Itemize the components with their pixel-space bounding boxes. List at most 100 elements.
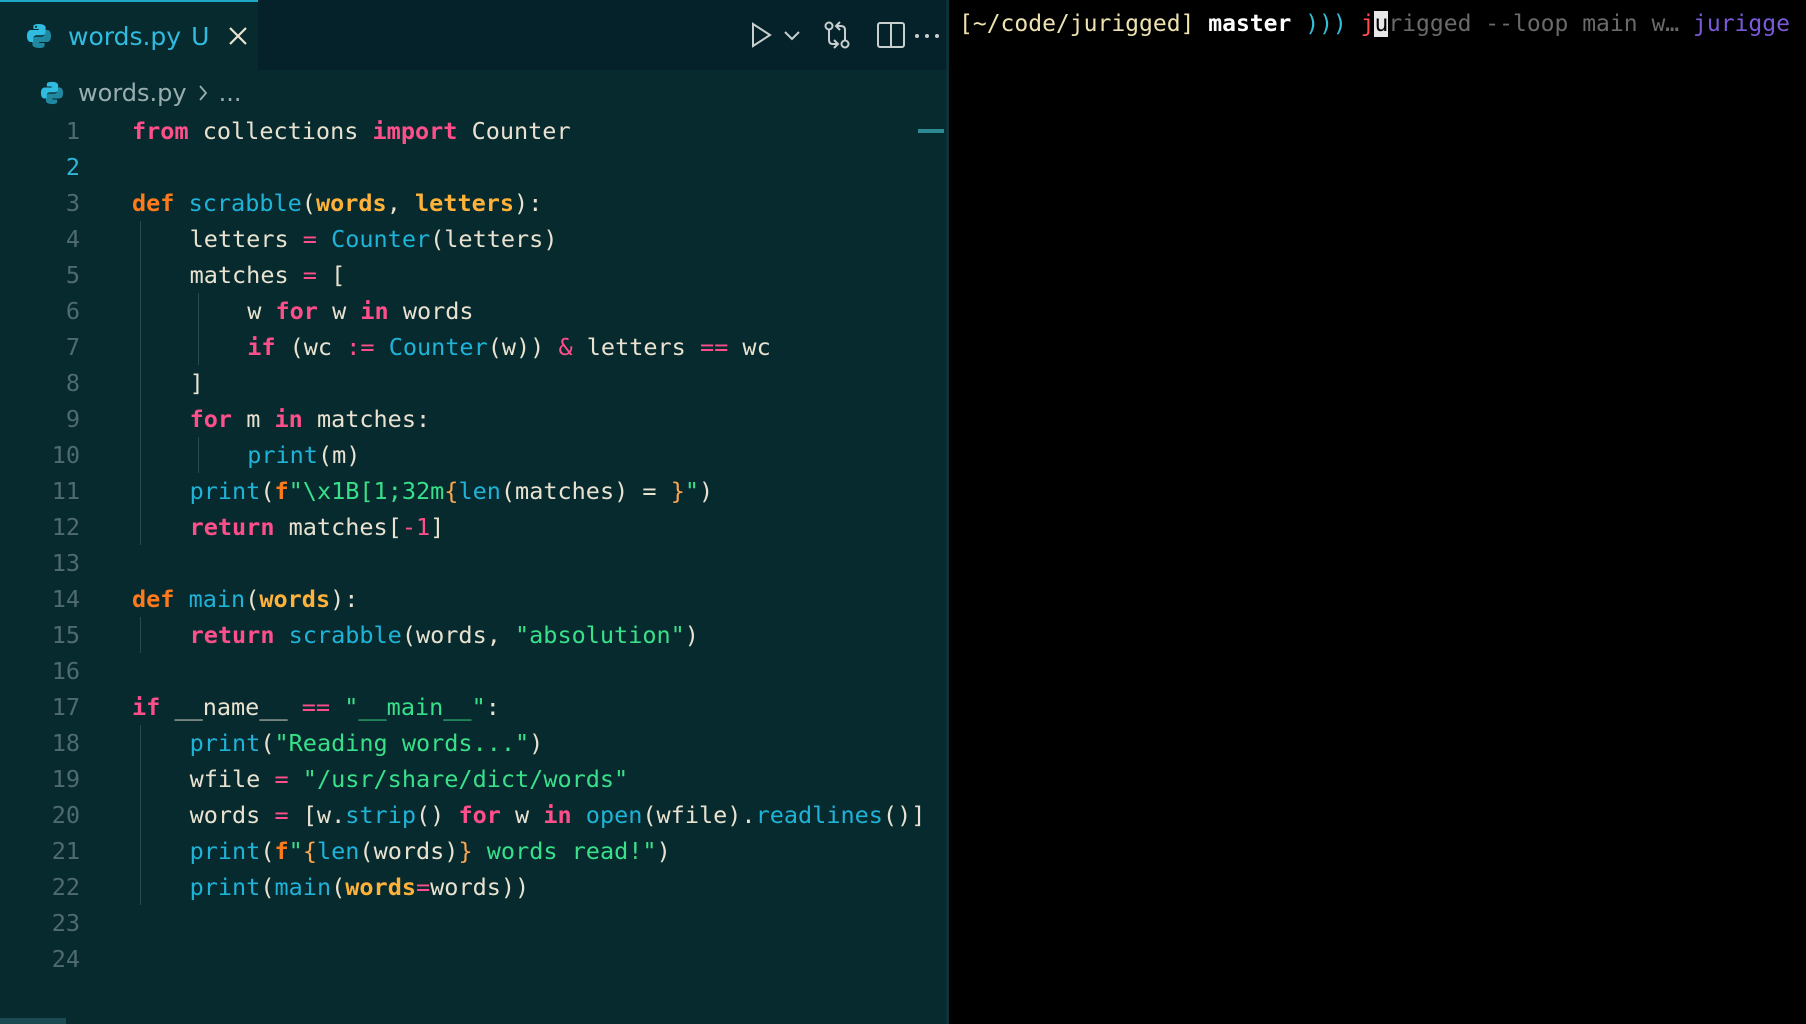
code-token: ( <box>245 585 260 613</box>
code-line[interactable]: 2 <box>0 149 946 185</box>
code-line[interactable]: 5 matches = [ <box>0 257 946 293</box>
horizontal-scrollbar[interactable] <box>0 1018 66 1024</box>
code-token: (matches) = <box>500 477 671 505</box>
editor-pane[interactable]: words.py U words.py ... 1 from collectio… <box>0 0 946 1024</box>
code-token: ) <box>684 621 699 649</box>
code-line[interactable]: 6 w for w in words <box>0 293 946 329</box>
code-token: Counter <box>457 117 571 145</box>
code-text: wfile = "/usr/share/dict/words" <box>190 761 629 797</box>
python-file-icon <box>27 24 51 48</box>
code-text: words = [w.strip() for w in open(wfile).… <box>190 797 926 833</box>
code-token: ) <box>699 477 714 505</box>
code-token: from <box>132 117 189 145</box>
indent-guide <box>140 293 141 329</box>
code-line[interactable]: 13 <box>0 545 946 581</box>
code-token: (wfile). <box>642 801 756 829</box>
tab-words-py[interactable]: words.py U <box>0 0 258 70</box>
code-token: , <box>386 189 415 217</box>
code-token: := <box>346 333 375 361</box>
code-line[interactable]: 4 letters = Counter(letters) <box>0 221 946 257</box>
breadcrumb-file[interactable]: words.py <box>78 79 187 107</box>
code-token: scrabble <box>188 189 302 217</box>
code-line[interactable]: 21 print(f"{len(words)} words read!") <box>0 833 946 869</box>
chevron-down-icon[interactable] <box>780 18 804 52</box>
code-line[interactable]: 23 <box>0 905 946 941</box>
terminal-path: [~/code/jurigged] <box>959 11 1195 37</box>
indent-guide <box>140 725 141 761</box>
code-token: words <box>315 189 387 217</box>
code-line[interactable]: 16 <box>0 653 946 689</box>
line-number: 3 <box>65 189 80 217</box>
code-token: print <box>189 837 261 865</box>
code-line[interactable]: 8] <box>0 365 946 401</box>
code-token: if <box>247 333 276 361</box>
code-token: ) <box>656 837 671 865</box>
code-token: (w)) <box>487 333 559 361</box>
terminal-prompt-symbol: ))) <box>1305 11 1347 37</box>
code-token: in <box>360 297 389 325</box>
code-token: f <box>274 477 289 505</box>
code-text: return scrabble(words, "absolution") <box>190 617 699 653</box>
code-line[interactable]: 22 print(main(words=words)) <box>0 869 946 905</box>
terminal-pane[interactable]: [~/code/jurigged] master ))) jurigged --… <box>949 0 1806 1024</box>
tab-status-badge: U <box>191 21 210 51</box>
code-token: words <box>388 297 474 325</box>
code-line[interactable]: 1 from collections import Counter <box>0 113 946 149</box>
terminal-prompt-line: [~/code/jurigged] master ))) jurigged --… <box>959 6 1790 42</box>
git-compare-icon[interactable] <box>820 18 854 52</box>
code-token: [w. <box>288 801 346 829</box>
code-token: __name__ <box>160 693 302 721</box>
code-line[interactable]: 17 if __name__ == "__main__": <box>0 689 946 725</box>
close-icon[interactable] <box>227 25 249 47</box>
code-token: & <box>558 333 573 361</box>
line-number: 4 <box>65 225 80 253</box>
code-area[interactable]: 1 from collections import Counter 2 3 def sc… <box>0 113 946 977</box>
indent-guide <box>140 365 141 401</box>
code-token: wfile <box>189 765 275 793</box>
indent-guide <box>140 509 141 545</box>
indent-guide <box>140 833 141 869</box>
indent-guide <box>197 437 199 473</box>
code-line[interactable]: 15 return scrabble(words, "absolution") <box>0 617 946 653</box>
split-editor-icon[interactable] <box>874 18 908 52</box>
code-line[interactable]: 19 wfile = "/usr/share/dict/words" <box>0 761 946 797</box>
code-line[interactable]: 12 return matches[-1] <box>0 509 946 545</box>
code-token: "\x1B[1;32m <box>288 477 445 505</box>
ellipsis-icon[interactable] <box>910 18 944 52</box>
code-line[interactable]: 24 <box>0 941 946 977</box>
code-token: letters <box>189 225 303 253</box>
indent-guide <box>197 293 199 329</box>
code-token: letters <box>572 333 700 361</box>
code-line[interactable]: 9 for m in matches: <box>0 401 946 437</box>
code-token: "__main__" <box>344 693 486 721</box>
code-line[interactable]: 10 print(m) <box>0 437 946 473</box>
code-text: for m in matches: <box>190 401 431 437</box>
code-token: wc <box>728 333 771 361</box>
indent-guide <box>140 473 141 509</box>
code-token: () <box>415 801 459 829</box>
code-line[interactable]: 20 words = [w.strip() for w in open(wfile… <box>0 797 946 833</box>
code-token: } <box>670 477 685 505</box>
line-number: 19 <box>51 765 80 793</box>
code-token: == <box>699 333 729 361</box>
code-line[interactable]: 14 def main(words): <box>0 581 946 617</box>
code-token: ): <box>330 585 359 613</box>
code-text: ] <box>190 365 204 401</box>
code-line[interactable]: 18 print("Reading words...") <box>0 725 946 761</box>
code-token: ( <box>331 873 346 901</box>
code-token: ] <box>189 369 204 397</box>
line-number: 9 <box>65 405 80 433</box>
breadcrumb-symbol[interactable]: ... <box>219 79 242 107</box>
line-number: 21 <box>51 837 80 865</box>
code-line[interactable]: 11 print(f"\x1B[1;32m{len(matches) = }") <box>0 473 946 509</box>
line-number: 14 <box>51 585 80 613</box>
line-number: 22 <box>51 873 80 901</box>
code-line[interactable]: 3 def scrabble(words, letters): <box>0 185 946 221</box>
indent-guide <box>140 329 141 365</box>
indent-guide <box>140 437 141 473</box>
play-icon[interactable] <box>744 18 778 52</box>
code-line[interactable]: 7 if (wc := Counter(w)) & letters == wc <box>0 329 946 365</box>
terminal-typed-input[interactable]: j <box>1361 11 1375 37</box>
